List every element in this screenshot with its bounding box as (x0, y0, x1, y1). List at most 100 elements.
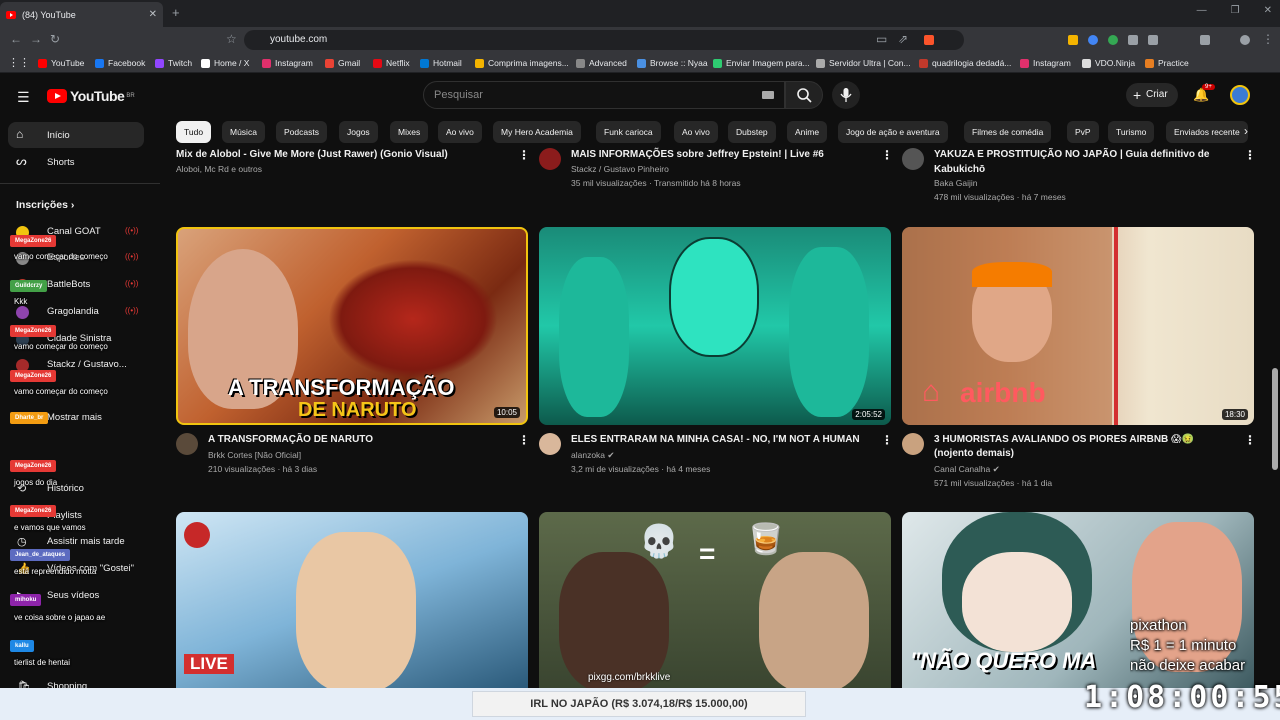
sidebar-item-shorts[interactable]: Shorts (47, 157, 74, 168)
channel-name[interactable]: Stackz / Gustavo Pinheiro (571, 164, 669, 174)
puzzle-icon[interactable] (1148, 35, 1158, 45)
video-thumbnail[interactable]: 💀 = 🥃 (539, 512, 891, 688)
filter-chip[interactable]: Podcasts (276, 121, 327, 143)
extension-icon[interactable] (1128, 35, 1138, 45)
more-options-icon[interactable]: ⋮ (518, 148, 530, 162)
extension-icon[interactable] (1108, 35, 1118, 45)
more-options-icon[interactable]: ⋮ (1244, 433, 1256, 447)
channel-name[interactable]: Canal Canalha ✔ (934, 464, 1000, 475)
video-title[interactable]: ELES ENTRARAM NA MINHA CASA! - NO, I'M N… (571, 434, 860, 445)
video-title[interactable]: YAKUZA E PROSTITUIÇÃO NO JAPÃO | Guia de… (934, 149, 1209, 160)
filter-chip[interactable]: Anime (787, 121, 828, 143)
bookmark-item[interactable]: Instagram (1020, 58, 1071, 68)
bookmark-item[interactable]: Servidor Ultra | Con... (816, 58, 911, 68)
bookmark-item[interactable]: Practice (1145, 58, 1189, 68)
bookmark-item[interactable]: Enviar Imagem para... (713, 58, 810, 68)
bookmark-star-icon[interactable]: ☆ (226, 32, 237, 46)
video-title[interactable]: 3 HUMORISTAS AVALIANDO OS PIORES AIRBNB … (934, 434, 1194, 445)
video-thumbnail[interactable]: LIVE (176, 512, 528, 688)
bookmark-item[interactable]: Advanced (576, 58, 627, 68)
filter-chip[interactable]: Funk carioca (596, 121, 661, 143)
filter-chip[interactable]: Enviados recente (1166, 121, 1248, 143)
share-icon[interactable]: ⇗ (898, 32, 908, 46)
filter-chip[interactable]: Jogo de ação e aventura (838, 121, 948, 143)
sidebar-icon[interactable] (1200, 35, 1210, 45)
video-title-line2[interactable]: Kabukichō (934, 164, 985, 175)
youtube-logo[interactable]: YouTube BR (47, 88, 135, 104)
bookmark-item[interactable]: Netflix (373, 58, 410, 68)
url-field[interactable]: youtube.com (244, 30, 964, 50)
shorts-icon[interactable]: ᔕ (16, 154, 27, 168)
video-title[interactable]: Mix de Alobol - Give Me More (Just Rawer… (176, 149, 448, 160)
bookmark-item[interactable]: VDO.Ninja (1082, 58, 1135, 68)
bookmark-item[interactable]: Hotmail (420, 58, 462, 68)
filter-chip[interactable]: Jogos (339, 121, 378, 143)
brave-shield-icon[interactable] (924, 35, 934, 45)
bookmark-item[interactable]: Twitch (155, 58, 192, 68)
channel-avatar[interactable] (176, 433, 198, 455)
cast-icon[interactable]: ▭ (876, 32, 887, 46)
more-options-icon[interactable]: ⋮ (881, 433, 893, 447)
page-scrollbar[interactable] (1272, 368, 1278, 470)
bookmark-item[interactable]: Browse :: Nyaa (637, 58, 708, 68)
keyboard-icon[interactable] (762, 91, 774, 99)
bookmark-item[interactable]: Instagram (262, 58, 313, 68)
search-button[interactable] (785, 81, 823, 109)
sidebar-item-home[interactable] (8, 122, 144, 148)
channel-avatar[interactable] (539, 433, 561, 455)
subscriptions-heading[interactable]: Inscrições › (16, 199, 74, 211)
channel-name[interactable]: Baka Gaijin (934, 178, 977, 188)
bookmark-item[interactable]: Facebook (95, 58, 145, 68)
filter-chip[interactable]: Ao vivo (674, 121, 718, 143)
profile-icon[interactable] (1240, 35, 1250, 45)
video-thumbnail[interactable]: 2:05:52 (539, 227, 891, 425)
filter-chip[interactable]: PvP (1067, 121, 1099, 143)
more-options-icon[interactable]: ⋮ (1244, 148, 1256, 162)
bookmark-item[interactable]: Gmail (325, 58, 360, 68)
more-options-icon[interactable]: ⋮ (881, 148, 893, 162)
minimize-icon[interactable]: — (1197, 5, 1207, 16)
bookmark-item[interactable]: quadrilogia dedadá... (919, 58, 1011, 68)
close-window-icon[interactable]: ✕ (1264, 5, 1272, 16)
video-title[interactable]: A TRANSFORMAÇÃO DE NARUTO (208, 434, 373, 445)
create-button[interactable]: + Criar (1126, 83, 1178, 107)
account-avatar[interactable] (1230, 85, 1250, 105)
bookmark-item[interactable]: Comprima imagens... (475, 58, 569, 68)
channel-name[interactable]: Brkk Cortes [Não Oficial] (208, 450, 301, 460)
filter-chip[interactable]: Filmes de comédia (964, 121, 1052, 143)
bookmark-item[interactable]: YouTube (38, 58, 84, 68)
sidebar-item-video[interactable]: Seus vídeos (47, 590, 99, 601)
more-options-icon[interactable]: ⋮ (518, 433, 530, 447)
extension-icon[interactable] (1068, 35, 1078, 45)
channel-name[interactable]: Aloboi, Mc Rd e outros (176, 164, 262, 174)
bookmark-item[interactable]: Home / X (201, 58, 249, 68)
voice-search-button[interactable] (832, 81, 860, 109)
filter-chip[interactable]: My Hero Academia (493, 121, 581, 143)
channel-name[interactable]: alanzoka ✔ (571, 450, 615, 461)
browser-tab[interactable]: (84) YouTube ✕ (0, 2, 163, 27)
filter-chip[interactable]: Ao vivo (438, 121, 482, 143)
back-icon[interactable]: ← (10, 32, 22, 46)
filter-chip[interactable]: Música (222, 121, 265, 143)
extension-icon[interactable] (1088, 35, 1098, 45)
video-title[interactable]: MAIS INFORMAÇÕES sobre Jeffrey Epstein! … (571, 149, 824, 160)
video-thumbnail[interactable]: ⌂ airbnb 18:30 (902, 227, 1254, 425)
reload-icon[interactable]: ↻ (50, 32, 60, 46)
filter-chip[interactable]: Mixes (390, 121, 429, 143)
filter-chip[interactable]: Tudo (176, 121, 212, 143)
channel-avatar[interactable] (539, 148, 561, 170)
chevron-right-icon[interactable]: › (1244, 124, 1248, 138)
apps-icon[interactable]: ⋮⋮ (8, 56, 30, 69)
new-tab-button[interactable]: + (172, 5, 180, 20)
search-input[interactable]: Pesquisar (423, 81, 785, 109)
channel-avatar[interactable] (902, 433, 924, 455)
video-thumbnail[interactable]: A TRANSFORMAÇÃO DE NARUTO 10:05 (176, 227, 528, 425)
video-title-line2[interactable]: (nojento demais) (934, 448, 1014, 459)
filter-chip[interactable]: Turismo (1108, 121, 1155, 143)
sidebar-item-watch-later[interactable]: Assistir mais tarde (47, 536, 125, 547)
channel-avatar[interactable] (902, 148, 924, 170)
subscription-item[interactable]: Gragolandia ((•)) (16, 306, 146, 320)
close-tab-icon[interactable]: ✕ (149, 9, 157, 20)
forward-icon[interactable]: → (30, 32, 42, 46)
hamburger-menu-icon[interactable]: ☰ (17, 89, 30, 106)
